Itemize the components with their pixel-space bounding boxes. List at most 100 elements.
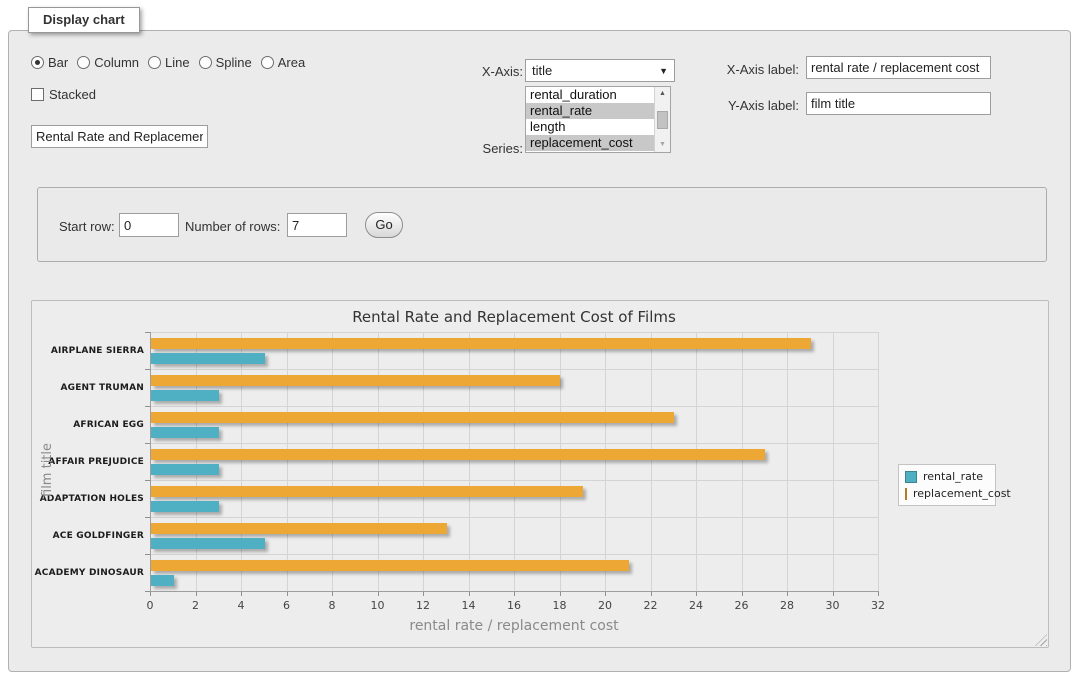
x-tick-label: 2 [181, 599, 211, 612]
gridline-v [878, 332, 879, 591]
x-tick-label: 4 [226, 599, 256, 612]
x-axis-select-label: X-Axis: [449, 64, 523, 79]
y-axis-label-input[interactable] [806, 92, 991, 115]
gridline-v [560, 332, 561, 591]
x-axis-line [150, 591, 879, 592]
x-tick-label: 28 [772, 599, 802, 612]
x-axis-tick [878, 592, 879, 596]
x-axis-label-input[interactable] [806, 56, 991, 79]
bar-rental-rate [151, 390, 219, 401]
x-axis-select[interactable]: title ▼ [525, 59, 675, 82]
x-axis-tick [787, 592, 788, 596]
chart-title: Rental Rate and Replacement Cost of Film… [150, 308, 878, 326]
num-rows-input[interactable] [287, 213, 347, 237]
gridline-h [150, 443, 878, 444]
x-axis-selected-value: title [532, 63, 659, 78]
stacked-checkbox[interactable] [31, 88, 44, 101]
radio-area-circle[interactable] [261, 56, 274, 69]
gridline-v [514, 332, 515, 591]
series-option-length[interactable]: length [526, 119, 654, 135]
radio-spline[interactable]: Spline [199, 55, 252, 70]
bar-rental-rate [151, 353, 265, 364]
x-tick-label: 22 [636, 599, 666, 612]
scroll-down-icon[interactable]: ▼ [655, 138, 670, 152]
x-axis-tick [287, 592, 288, 596]
radio-spline-circle[interactable] [199, 56, 212, 69]
bar-replacement-cost [151, 486, 583, 497]
gridline-h [150, 480, 878, 481]
series-option-rental-rate[interactable]: rental_rate [526, 103, 654, 119]
x-axis-tick [423, 592, 424, 596]
chart-title-input[interactable] [31, 125, 208, 148]
x-axis-tick [150, 592, 151, 596]
chevron-down-icon: ▼ [659, 66, 668, 76]
start-row-input[interactable] [119, 213, 179, 237]
x-tick-label: 6 [272, 599, 302, 612]
x-tick-label: 12 [408, 599, 438, 612]
radio-column[interactable]: Column [77, 55, 139, 70]
legend-entry-rental-rate: rental_rate [905, 470, 989, 483]
bar-replacement-cost [151, 338, 811, 349]
gridline-h [150, 517, 878, 518]
series-option-replacement-cost[interactable]: replacement_cost [526, 135, 654, 151]
radio-area-label: Area [278, 55, 305, 70]
x-tick-label: 10 [363, 599, 393, 612]
gridline-v [196, 332, 197, 591]
replacement-cost-swatch-icon [905, 488, 907, 500]
gridline-v [241, 332, 242, 591]
category-label: AFRICAN EGG [32, 420, 144, 430]
x-axis-tick [651, 592, 652, 596]
x-axis-tick [469, 592, 470, 596]
radio-bar-circle[interactable] [31, 56, 44, 69]
x-tick-label: 16 [499, 599, 529, 612]
radio-column-circle[interactable] [77, 56, 90, 69]
category-label: ACE GOLDFINGER [32, 531, 144, 541]
x-tick-label: 30 [818, 599, 848, 612]
radio-spline-label: Spline [216, 55, 252, 70]
radio-column-label: Column [94, 55, 139, 70]
x-tick-label: 8 [317, 599, 347, 612]
radio-line[interactable]: Line [148, 55, 190, 70]
radio-line-circle[interactable] [148, 56, 161, 69]
series-list-label: Series: [449, 141, 523, 156]
x-axis-tick [560, 592, 561, 596]
stacked-row: Stacked [31, 87, 96, 102]
legend-label: replacement_cost [913, 487, 1011, 500]
gridline-h [150, 406, 878, 407]
scroll-up-icon[interactable]: ▲ [655, 87, 670, 101]
gridline-v [605, 332, 606, 591]
bar-rental-rate [151, 575, 174, 586]
stacked-label: Stacked [49, 87, 96, 102]
num-rows-label: Number of rows: [185, 219, 280, 234]
series-options: rental_durationrental_ratelengthreplacem… [526, 87, 654, 152]
x-axis-tick [833, 592, 834, 596]
series-option-rental-duration[interactable]: rental_duration [526, 87, 654, 103]
listbox-scrollbar[interactable]: ▲ ▼ [654, 87, 670, 152]
gridline-h [150, 369, 878, 370]
chart-type-radio-group: Bar Column Line Spline Area [31, 55, 305, 70]
radio-area[interactable]: Area [261, 55, 305, 70]
x-axis-tick [696, 592, 697, 596]
x-axis-tick [742, 592, 743, 596]
scrollbar-thumb[interactable] [657, 111, 668, 129]
page: Display chart BarColumnLineSplineArea St… [0, 0, 1081, 681]
bar-replacement-cost [151, 523, 447, 534]
bar-rental-rate [151, 464, 219, 475]
x-axis-tick [196, 592, 197, 596]
bar-replacement-cost [151, 449, 765, 460]
start-row-label: Start row: [59, 219, 115, 234]
radio-bar[interactable]: Bar [31, 55, 68, 70]
x-axis-label-label: X-Axis label: [699, 62, 799, 77]
gridline-v [423, 332, 424, 591]
rental-rate-swatch-icon [905, 471, 917, 483]
x-tick-label: 26 [727, 599, 757, 612]
go-button[interactable]: Go [365, 212, 403, 238]
chart-legend: rental_rate replacement_cost [898, 464, 996, 506]
bar-replacement-cost [151, 412, 674, 423]
bar-rental-rate [151, 501, 219, 512]
series-listbox[interactable]: rental_durationrental_ratelengthreplacem… [525, 86, 671, 153]
legend-entry-replacement-cost: replacement_cost [905, 487, 989, 500]
gridline-v [833, 332, 834, 591]
resize-handle-icon[interactable] [1035, 634, 1047, 646]
gridline-v [651, 332, 652, 591]
